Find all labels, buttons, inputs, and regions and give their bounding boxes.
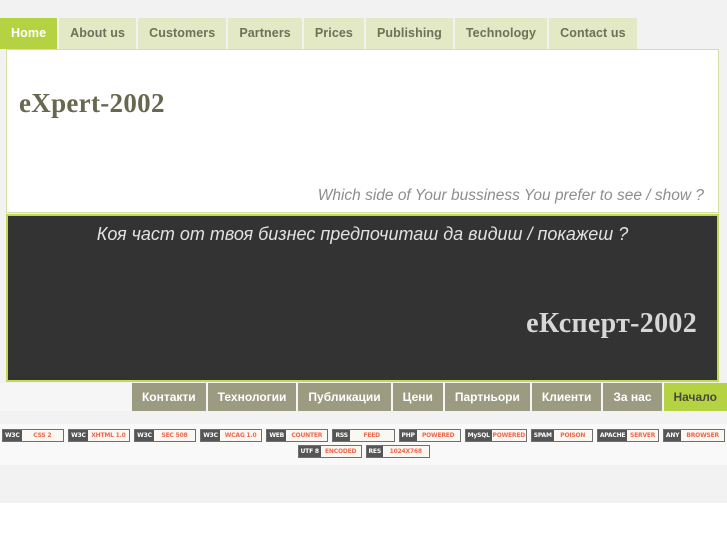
badge-wcag10[interactable]: W3C WCAG 1.0 [200, 429, 263, 442]
nav-item-prices[interactable]: Prices [303, 18, 364, 49]
badge-web-counter[interactable]: WEB COUNTER [266, 429, 329, 442]
bottom-nav-item-nachalo[interactable]: Начало [663, 383, 727, 411]
tagline-cyrillic: Коя част от твоя бизнес предпочиташ да в… [96, 224, 629, 244]
bottom-nav-item-klienti[interactable]: Клиенти [531, 383, 602, 411]
nav-item-contact-us[interactable]: Contact us [549, 18, 637, 49]
bottom-nav-item-publikacii[interactable]: Публикации [298, 383, 391, 411]
badge-rss-feed-label-right: FEED [363, 432, 380, 439]
badge-utf8-encoded-label-right: ENCODED [325, 448, 357, 455]
badge-css2-label-left: W3C [2, 430, 22, 441]
badge-row-2: UTF 8 ENCODED RES 1024X768 [0, 445, 727, 458]
badge-apache-server-label-right: SERVER [630, 432, 656, 439]
brand-title-latin: eXpert-2002 [19, 88, 165, 118]
bottom-nav-item-partnyori[interactable]: Партньори [444, 383, 530, 411]
badge-apache-server[interactable]: APACHE SERVER [596, 429, 659, 442]
nav-item-about-us[interactable]: About us [59, 18, 137, 49]
badge-resolution-label-right: 1024X768 [389, 448, 422, 455]
badge-web-counter-label-right: COUNTER [291, 432, 323, 439]
badge-web-counter-label-left: WEB [267, 430, 287, 441]
nav-filler [638, 18, 727, 49]
badge-spam-poison-label-right: POISON [560, 432, 586, 439]
latin-panel[interactable]: eXpert-2002 Which side of Your bussiness… [6, 49, 719, 213]
bottom-nav-item-ceni[interactable]: Цени [392, 383, 443, 411]
badge-wcag10-label-right: WCAG 1.0 [224, 432, 257, 439]
badge-any-browser-label-left: ANY [663, 430, 682, 441]
top-navigation: Home About us Customers Partners Prices … [0, 18, 727, 49]
footer-band [0, 468, 727, 503]
badge-any-browser[interactable]: ANY BROWSER [662, 429, 726, 442]
badge-utf8-encoded-label-left: UTF 8 [298, 446, 321, 457]
badge-any-browser-label-right: BROWSER [686, 432, 719, 439]
badge-resolution-label-left: RES [366, 446, 383, 457]
bottom-nav-item-tehnologii[interactable]: Технологии [207, 383, 297, 411]
badge-css2[interactable]: W3C CSS 2 [1, 429, 65, 442]
badge-rss-feed[interactable]: RSS FEED [332, 429, 395, 442]
badge-mysql-powered[interactable]: MySQL POWERED [464, 429, 527, 442]
tagline-latin: Which side of Your bussiness You prefer … [317, 187, 704, 204]
badge-sec508-label-right: SEC 508 [161, 432, 188, 439]
nav-item-customers[interactable]: Customers [138, 18, 227, 49]
nav-item-publishing[interactable]: Publishing [365, 18, 453, 49]
badge-php-powered[interactable]: PHP POWERED [398, 429, 461, 442]
bottom-nav-item-kontakti[interactable]: Контакти [131, 383, 206, 411]
badge-mysql-powered-label-right: POWERED [492, 432, 526, 439]
page-root: Home About us Customers Partners Prices … [0, 0, 727, 545]
top-spacer [0, 0, 727, 18]
badge-area: W3C CSS 2 W3C XHTML 1.0 W3C SEC 508 W3C … [0, 424, 727, 465]
footer-white-area [0, 503, 727, 545]
badge-php-powered-label-left: PHP [399, 430, 417, 441]
bottom-navigation: Контакти Технологии Публикации Цени Парт… [0, 383, 727, 411]
badge-utf8-encoded[interactable]: UTF 8 ENCODED [297, 445, 362, 458]
badge-xhtml10-label-left: W3C [69, 430, 88, 441]
nav-item-technology[interactable]: Technology [454, 18, 548, 49]
nav-item-partners[interactable]: Partners [228, 18, 302, 49]
badge-resolution[interactable]: RES 1024X768 [365, 445, 430, 458]
cyrillic-panel[interactable]: Коя част от твоя бизнес предпочиташ да в… [6, 214, 719, 382]
brand-title-cyrillic: еКсперт-2002 [526, 308, 697, 339]
badge-spam-poison[interactable]: SPAM POISON [530, 429, 593, 442]
badge-php-powered-label-right: POWERED [421, 432, 455, 439]
nav-item-home[interactable]: Home [0, 18, 58, 49]
badge-css2-label-right: CSS 2 [33, 432, 52, 439]
bottom-nav-item-za-nas[interactable]: За нас [603, 383, 662, 411]
badge-apache-server-label-left: APACHE [597, 430, 628, 441]
badge-mysql-powered-label-left: MySQL [465, 430, 492, 441]
badge-xhtml10[interactable]: W3C XHTML 1.0 [68, 429, 131, 442]
badge-sec508[interactable]: W3C SEC 508 [134, 429, 197, 442]
badge-wcag10-label-left: W3C [201, 430, 220, 441]
badge-rss-feed-label-left: RSS [333, 430, 350, 441]
badge-spam-poison-label-left: SPAM [531, 430, 554, 441]
badge-row-1: W3C CSS 2 W3C XHTML 1.0 W3C SEC 508 W3C … [0, 429, 727, 442]
badge-xhtml10-label-right: XHTML 1.0 [91, 432, 126, 439]
badge-sec508-label-left: W3C [135, 430, 154, 441]
